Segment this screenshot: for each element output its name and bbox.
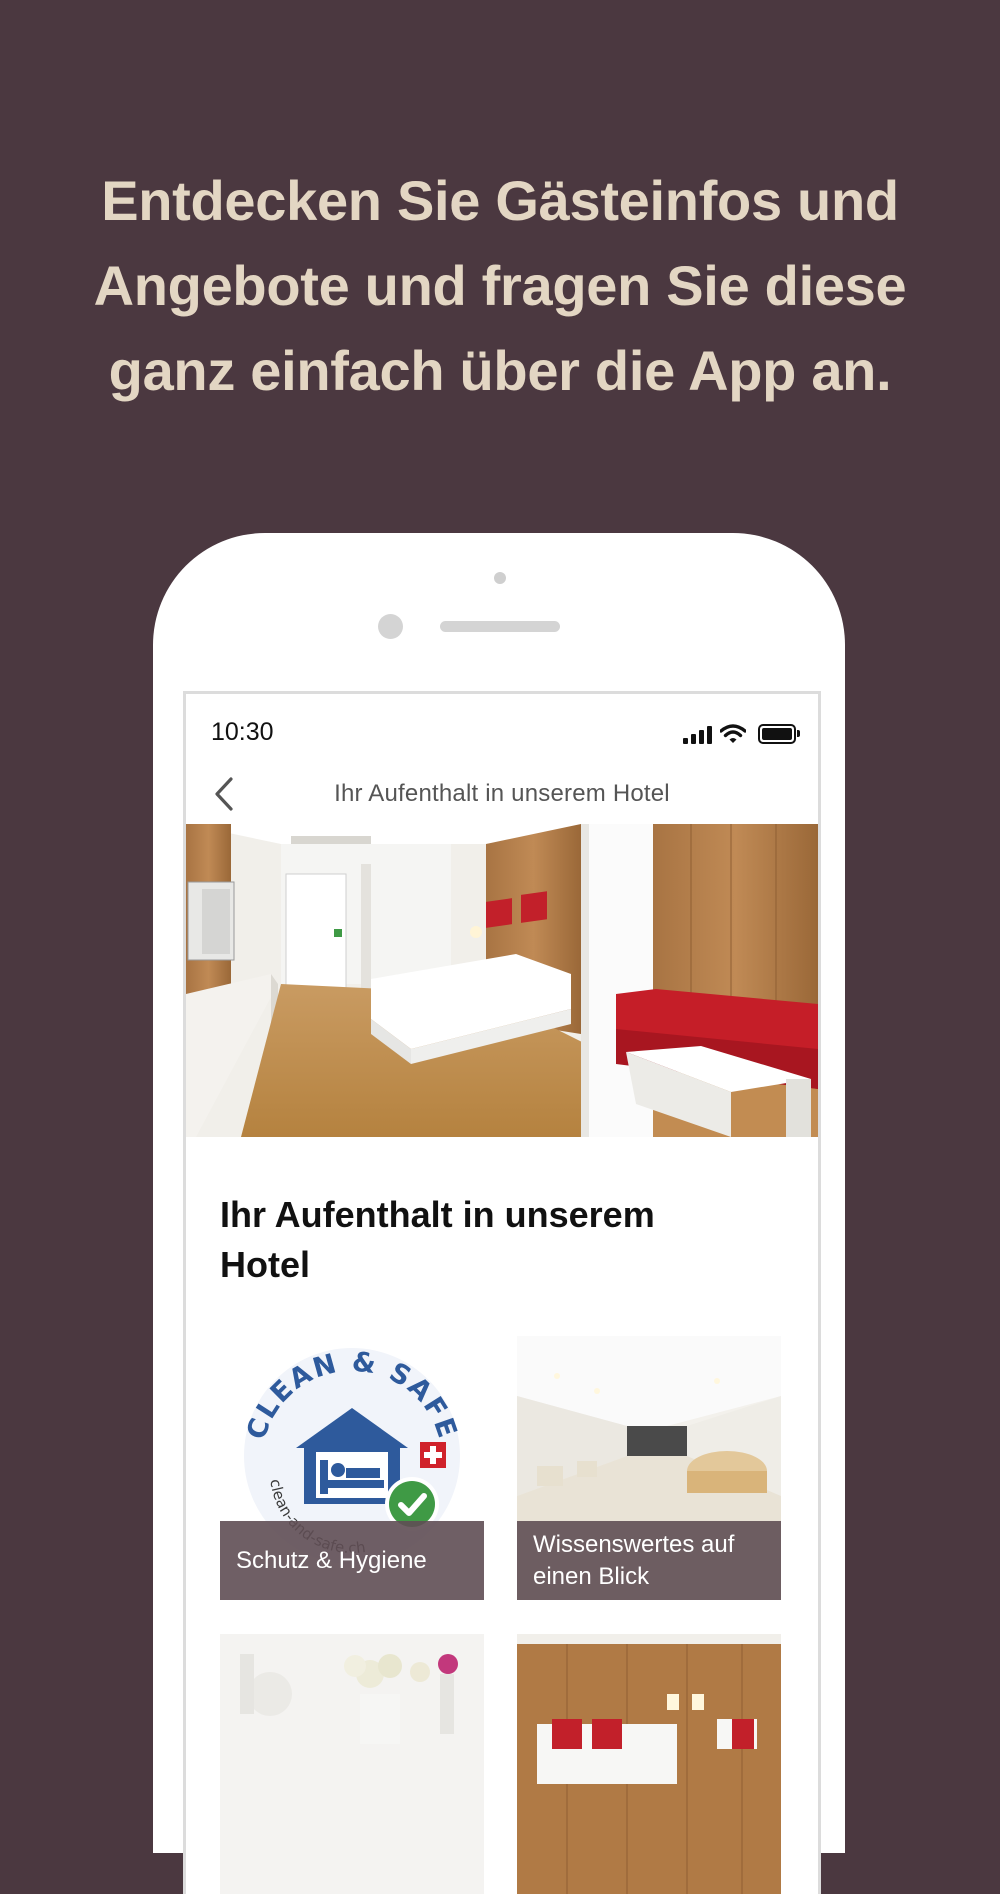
cellular-signal-icon <box>683 724 712 744</box>
tile-wissenswertes[interactable]: Wissenswertes auf einen Blick <box>517 1336 781 1600</box>
phone-speaker <box>440 621 560 632</box>
phone-screen: 10:30 Ihr Aufenthalt in unserem Hotel Ih… <box>183 691 821 1894</box>
nav-title: Ihr Aufenthalt in unserem Hotel <box>334 780 670 807</box>
promo-headline: Entdecken Sie Gästeinfos und Angebote un… <box>40 158 960 413</box>
phone-frame: 10:30 Ihr Aufenthalt in unserem Hotel Ih… <box>153 533 845 1894</box>
status-bar: 10:30 <box>186 694 818 764</box>
headline-line-2: Angebote und fragen Sie diese <box>93 254 907 317</box>
chevron-left-icon <box>215 777 233 811</box>
restaurant-table-photo <box>220 1634 484 1894</box>
tile-caption: Schutz & Hygiene <box>220 1521 484 1600</box>
status-time: 10:30 <box>211 718 274 746</box>
tile-restaurant[interactable] <box>220 1634 484 1894</box>
hero-image <box>186 824 818 1137</box>
back-button[interactable] <box>204 774 244 814</box>
section-title: Ihr Aufenthalt in unserem Hotel <box>220 1194 655 1285</box>
hotel-room-photo-small <box>517 1634 781 1894</box>
headline-line-1: Entdecken Sie Gästeinfos und <box>101 169 899 232</box>
hotel-room-photo <box>186 824 818 1137</box>
headline-line-3: ganz einfach über die App an. <box>108 339 892 402</box>
battery-icon <box>758 724 800 744</box>
tile-caption: Wissenswertes auf einen Blick <box>517 1521 781 1600</box>
tile-zimmer[interactable] <box>517 1634 781 1894</box>
status-icons <box>683 722 800 744</box>
phone-sensor <box>494 572 506 584</box>
wifi-icon <box>720 724 746 743</box>
phone-camera <box>378 614 403 639</box>
tile-schutz-hygiene[interactable]: CLEAN & SAFE clean-and-safe.ch <box>220 1336 484 1600</box>
nav-bar: Ihr Aufenthalt in unserem Hotel <box>186 764 818 824</box>
